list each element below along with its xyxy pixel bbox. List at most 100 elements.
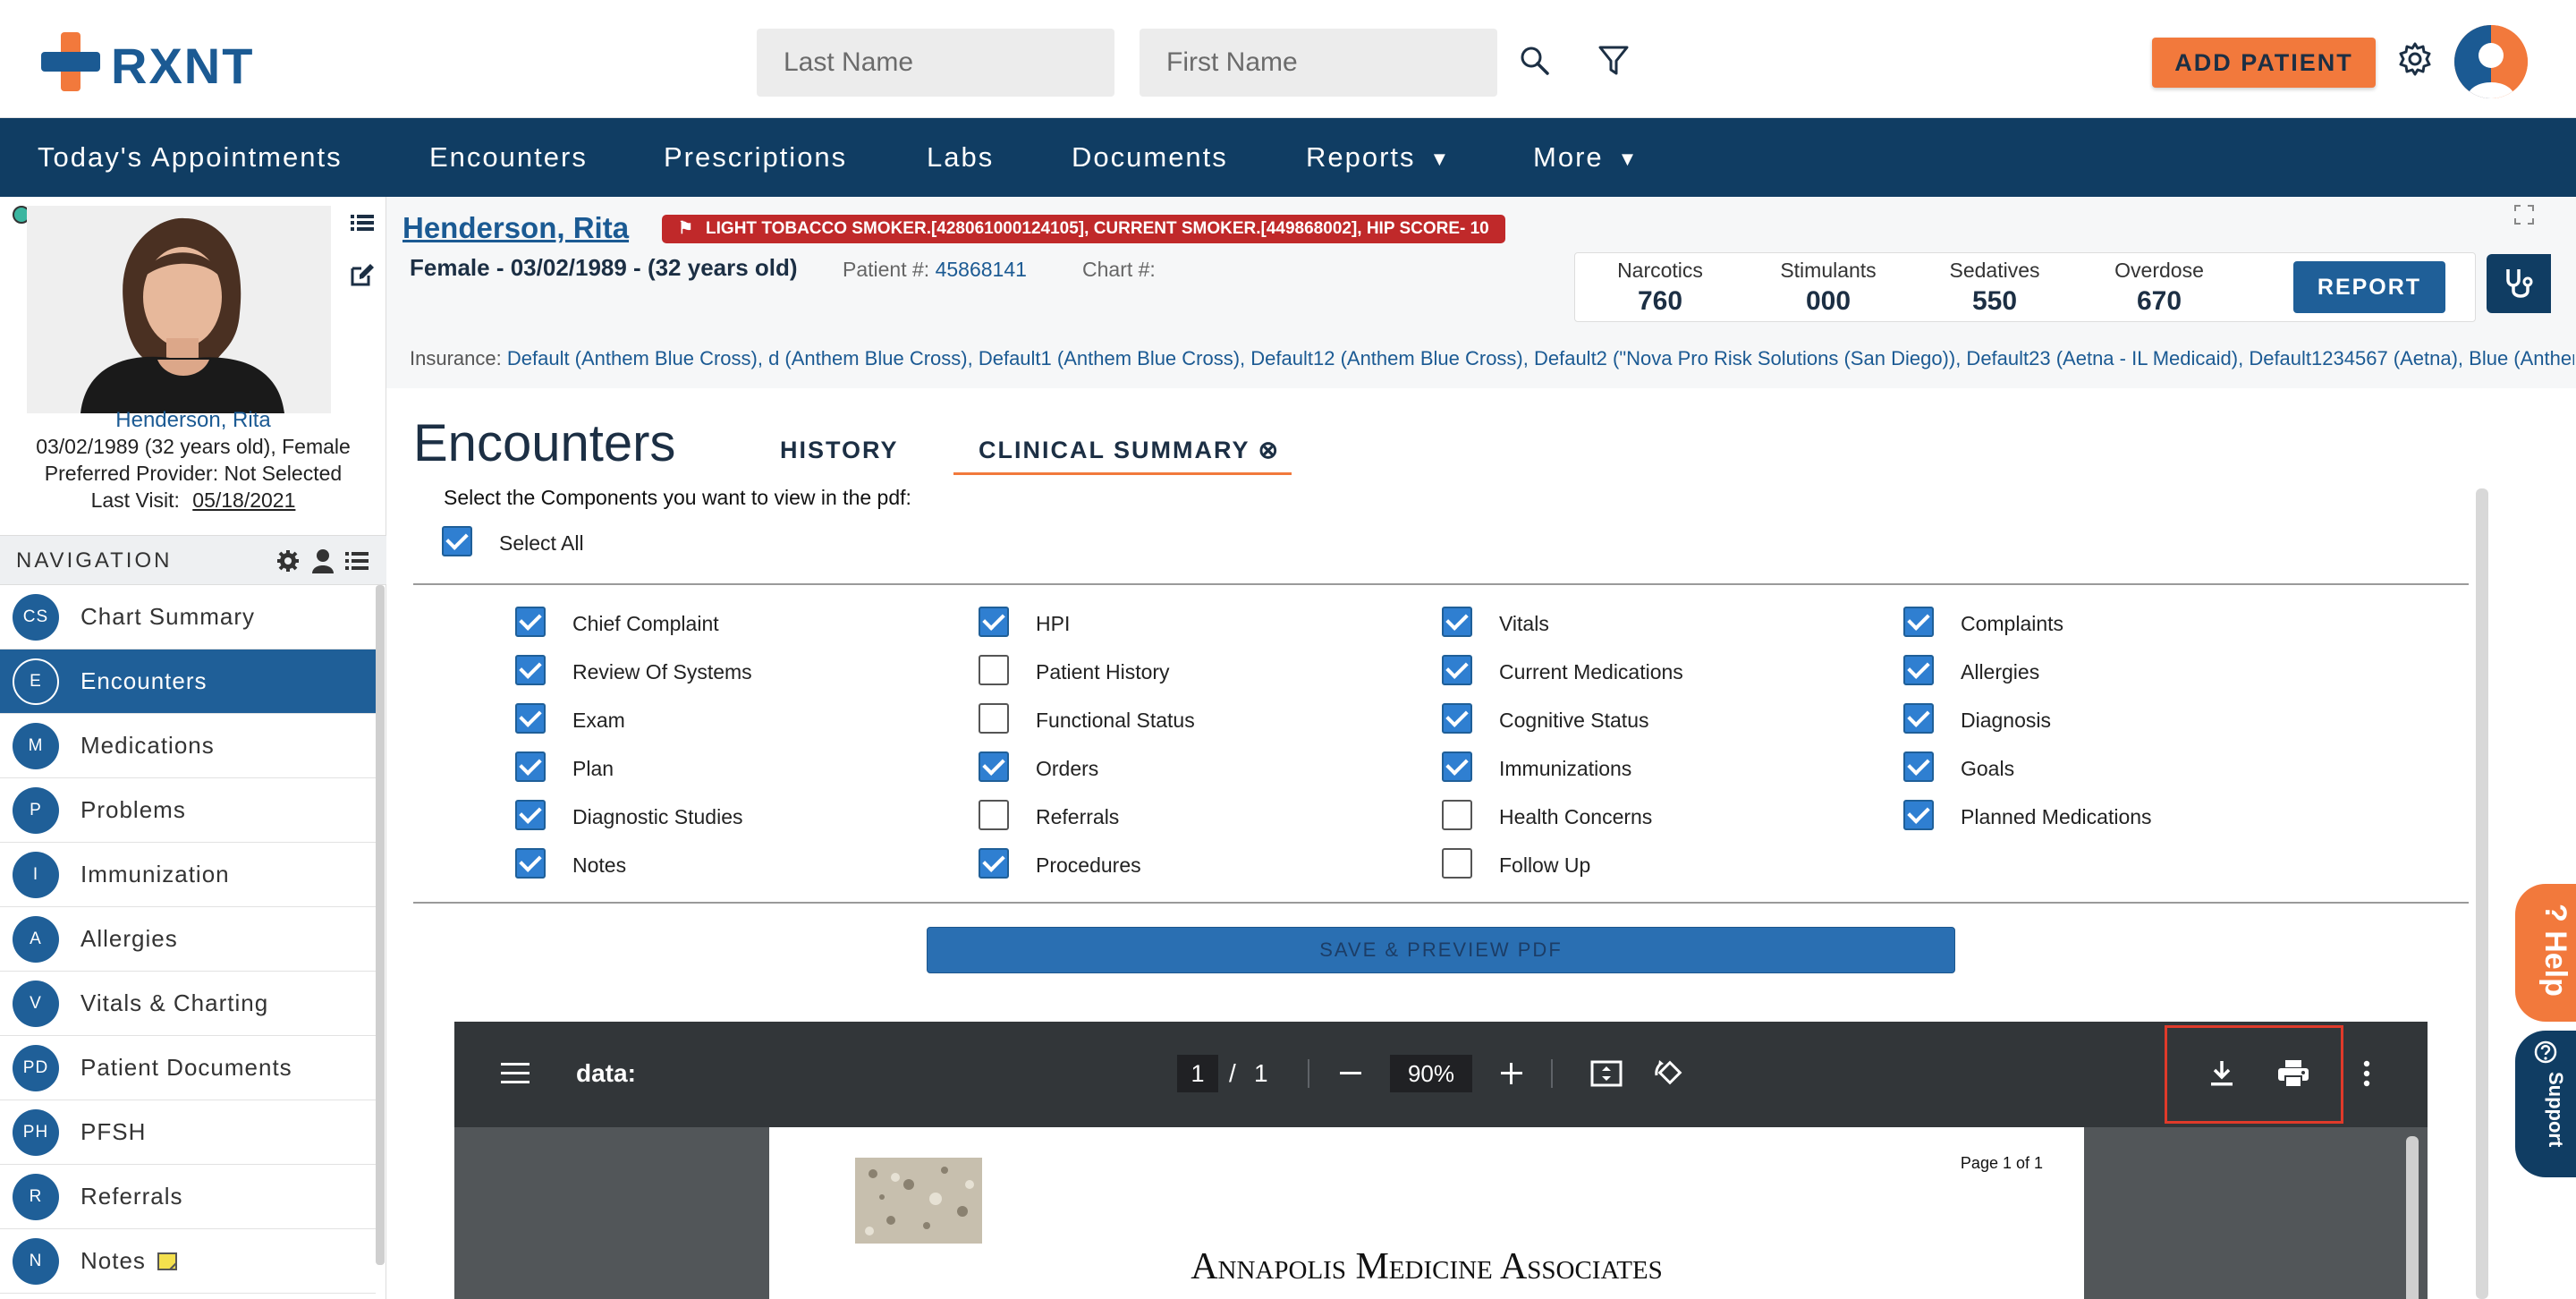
search-icon[interactable] (1513, 39, 1556, 82)
component-exam-checkbox[interactable] (515, 703, 546, 734)
sidebar-item-encounters[interactable]: E Encounters (0, 650, 376, 714)
zoom-in-icon[interactable] (1490, 1052, 1533, 1095)
nav-prescriptions[interactable]: Prescriptions (664, 118, 847, 197)
nav-labs[interactable]: Labs (927, 118, 994, 197)
nav-settings-icon[interactable] (275, 548, 301, 573)
component-hpi-label: HPI (1036, 612, 1071, 635)
component-diagnosis-checkbox[interactable] (1903, 703, 1934, 734)
nav-todays-appointments[interactable]: Today's Appointments (38, 118, 343, 197)
sidebar-scrollbar[interactable] (376, 585, 385, 1265)
sidebar-item-chart-summary[interactable]: CS Chart Summary (0, 585, 376, 650)
content-scrollbar[interactable] (2476, 488, 2488, 1299)
component-orders-checkbox[interactable] (979, 751, 1009, 782)
chevron-down-icon: ▼ (1429, 147, 1452, 170)
fit-page-icon[interactable] (1585, 1052, 1628, 1095)
nav-list-icon[interactable] (343, 548, 370, 573)
component-goals-checkbox[interactable] (1903, 751, 1934, 782)
component-orders-label: Orders (1036, 757, 1099, 780)
pdf-scrollbar[interactable] (2406, 1136, 2419, 1299)
edit-icon[interactable] (349, 261, 376, 288)
last-name-input[interactable] (757, 29, 1114, 97)
nav-documents[interactable]: Documents (1072, 118, 1228, 197)
component-functional-status-checkbox[interactable] (979, 703, 1009, 734)
support-tab[interactable]: Support (2515, 1031, 2576, 1177)
pdmp-label: Narcotics (1617, 259, 1703, 282)
add-patient-button[interactable]: ADD PATIENT (2152, 38, 2376, 88)
gear-icon[interactable] (2394, 38, 2436, 81)
pdmp-value: 550 (1971, 286, 2018, 316)
menu-icon[interactable] (494, 1052, 537, 1095)
patient-name-link[interactable]: Henderson, Rita (402, 211, 629, 245)
component-referrals-checkbox[interactable] (979, 800, 1009, 830)
component-complaints-checkbox[interactable] (1903, 607, 1934, 637)
sidebar-item-patient-documents[interactable]: PD Patient Documents (0, 1036, 376, 1100)
page-title: Encounters (413, 414, 676, 472)
component-allergies-checkbox[interactable] (1903, 655, 1934, 685)
sidebar-item-label: Allergies (80, 925, 178, 952)
divider (413, 902, 2469, 904)
sidebar-item-vitals-charting[interactable]: V Vitals & Charting (0, 972, 376, 1036)
sticky-note-icon[interactable] (157, 1251, 178, 1272)
patient-flags-badge[interactable]: ⚑ LIGHT TOBACCO SMOKER.[428061000124105],… (662, 215, 1505, 243)
sidebar-item-allergies[interactable]: A Allergies (0, 907, 376, 972)
sidebar-item-pfsh[interactable]: PH PFSH (0, 1100, 376, 1165)
rotate-icon[interactable] (1648, 1052, 1690, 1095)
main-nav: Today's Appointments Encounters Prescrip… (0, 118, 2576, 197)
component-procedures-checkbox[interactable] (979, 848, 1009, 879)
component-immunizations-checkbox[interactable] (1442, 751, 1472, 782)
tab-clinical-summary[interactable]: CLINICAL SUMMARY ⊗ (979, 437, 1280, 464)
component-cognitive-status-checkbox[interactable] (1442, 703, 1472, 734)
rxnt-logo[interactable]: RXNT (41, 32, 265, 95)
pdf-zoom-input[interactable]: 90% (1390, 1055, 1472, 1092)
stethoscope-button[interactable] (2487, 254, 2551, 313)
nav-reports[interactable]: Reports ▼ (1306, 118, 1451, 197)
sidebar-provider: Preferred Provider: Not Selected (44, 462, 343, 485)
more-options-icon[interactable] (2345, 1052, 2388, 1095)
component-follow-up-checkbox[interactable] (1442, 848, 1472, 879)
select-all-checkbox[interactable] (442, 526, 472, 556)
component-vitals-label: Vitals (1499, 612, 1549, 635)
nav-abbr-badge: V (13, 980, 59, 1027)
stethoscope-icon (2506, 269, 2533, 298)
print-icon[interactable] (2272, 1052, 2315, 1095)
expand-icon[interactable] (2513, 204, 2538, 229)
component-plan-checkbox[interactable] (515, 751, 546, 782)
insurance-list[interactable]: Default (Anthem Blue Cross), d (Anthem B… (507, 347, 2574, 369)
sidebar-item-label: Referrals (80, 1183, 183, 1210)
help-tab[interactable]: ? Help (2515, 884, 2576, 1022)
filter-icon[interactable] (1592, 39, 1635, 82)
pdf-page-input[interactable]: 1 (1177, 1055, 1218, 1092)
component-health-concerns-checkbox[interactable] (1442, 800, 1472, 830)
tab-history[interactable]: HISTORY (780, 437, 899, 464)
component-review-of-systems-checkbox[interactable] (515, 655, 546, 685)
sidebar-item-referrals[interactable]: R Referrals (0, 1165, 376, 1229)
component-diagnostic-studies-checkbox[interactable] (515, 800, 546, 830)
component-patient-history-checkbox[interactable] (979, 655, 1009, 685)
pdmp-report-button[interactable]: REPORT (2293, 261, 2445, 313)
component-diagnostic-studies-label: Diagnostic Studies (572, 805, 743, 828)
sidebar-item-immunization[interactable]: I Immunization (0, 843, 376, 907)
nav-more[interactable]: More ▼ (1533, 118, 1639, 197)
sidebar-item-problems[interactable]: P Problems (0, 778, 376, 843)
nav-encounters[interactable]: Encounters (429, 118, 588, 197)
sidebar-item-notes[interactable]: N Notes (0, 1229, 376, 1294)
component-hpi-checkbox[interactable] (979, 607, 1009, 637)
zoom-out-icon[interactable] (1329, 1052, 1372, 1095)
component-chief-complaint-checkbox[interactable] (515, 607, 546, 637)
nav-user-icon[interactable] (311, 548, 335, 573)
component-exam-label: Exam (572, 709, 625, 732)
first-name-input[interactable] (1140, 29, 1497, 97)
save-preview-pdf-button[interactable]: SAVE & PREVIEW PDF (927, 927, 1955, 973)
nav-abbr-badge: R (13, 1173, 59, 1220)
sidebar-dob: 03/02/1989 (32 years old), Female (36, 435, 351, 458)
component-notes-checkbox[interactable] (515, 848, 546, 879)
list-icon[interactable] (349, 209, 376, 236)
component-planned-medications-checkbox[interactable] (1903, 800, 1934, 830)
last-visit-date[interactable]: 05/18/2021 (192, 488, 295, 512)
component-current-medications-checkbox[interactable] (1442, 655, 1472, 685)
sidebar-item-medications[interactable]: M Medications (0, 714, 376, 778)
user-avatar[interactable] (2454, 25, 2528, 98)
sidebar-patient-name[interactable]: Henderson, Rita (0, 408, 386, 433)
download-icon[interactable] (2200, 1052, 2243, 1095)
component-vitals-checkbox[interactable] (1442, 607, 1472, 637)
